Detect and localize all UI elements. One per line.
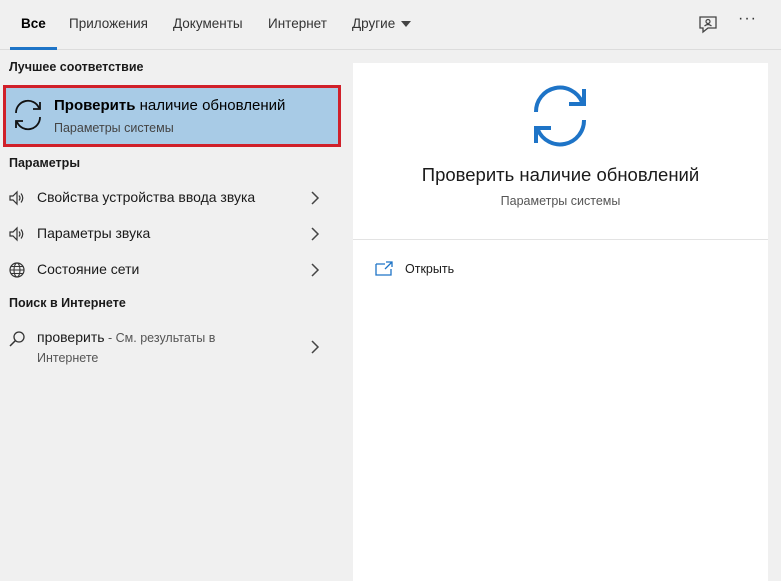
settings-item-label: Параметры звука [37, 225, 151, 241]
best-match-title-bold: Проверить [54, 97, 136, 114]
chevron-right-icon[interactable] [310, 227, 320, 241]
settings-item-sound-input-properties[interactable]: Свойства устройства ввода звука [0, 181, 341, 215]
tab-apps[interactable]: Приложения [69, 0, 148, 50]
best-match-result[interactable]: Проверить наличие обновлений Параметры с… [3, 85, 341, 147]
web-search-suffix-line2: Интернете [37, 351, 99, 365]
chevron-right-icon[interactable] [310, 191, 320, 205]
chevron-right-icon[interactable] [310, 263, 320, 277]
chevron-down-icon [401, 21, 412, 28]
open-icon [375, 261, 393, 276]
globe-icon [9, 262, 25, 278]
best-match-title-rest: наличие обновлений [135, 97, 286, 114]
best-match-title: Проверить наличие обновлений [54, 97, 285, 114]
result-detail-pane: Проверить наличие обновлений Параметры с… [353, 63, 768, 581]
detail-title: Проверить наличие обновлений [421, 164, 700, 185]
search-icon [9, 331, 25, 347]
best-match-subtitle: Параметры системы [54, 121, 174, 135]
tab-documents[interactable]: Документы [173, 0, 243, 50]
open-button-label: Открыть [405, 262, 455, 276]
web-search-result[interactable]: проверить - См. результаты в Интернете [0, 322, 341, 374]
sync-icon [533, 85, 587, 147]
tab-all[interactable]: Все [10, 0, 57, 50]
settings-item-label: Свойства устройства ввода звука [37, 189, 256, 205]
best-match-header: Лучшее соответствие [9, 60, 144, 74]
tab-other[interactable]: Другие [352, 0, 412, 50]
tab-internet[interactable]: Интернет [268, 0, 327, 50]
settings-item-sound-settings[interactable]: Параметры звука [0, 217, 341, 251]
speaker-icon [9, 226, 24, 242]
feedback-icon[interactable] [697, 14, 719, 36]
web-search-query: проверить [37, 329, 105, 345]
divider [353, 239, 768, 240]
detail-subtitle: Параметры системы [500, 194, 621, 208]
web-search-suffix: - См. результаты в [104, 331, 216, 345]
settings-item-network-status[interactable]: Состояние сети [0, 253, 341, 287]
web-search-header: Поиск в Интернете [9, 296, 126, 310]
tab-other-label: Другие [352, 16, 396, 31]
search-tab-bar: Все Приложения Документы Интернет Другие… [0, 0, 781, 50]
speaker-icon [9, 190, 24, 206]
sync-icon [15, 99, 41, 131]
web-search-query-line: проверить - См. результаты в [37, 329, 215, 345]
chevron-right-icon[interactable] [310, 340, 320, 354]
settings-item-label: Состояние сети [37, 261, 140, 277]
more-options-button[interactable]: ··· [738, 10, 757, 28]
settings-header: Параметры [9, 156, 80, 170]
